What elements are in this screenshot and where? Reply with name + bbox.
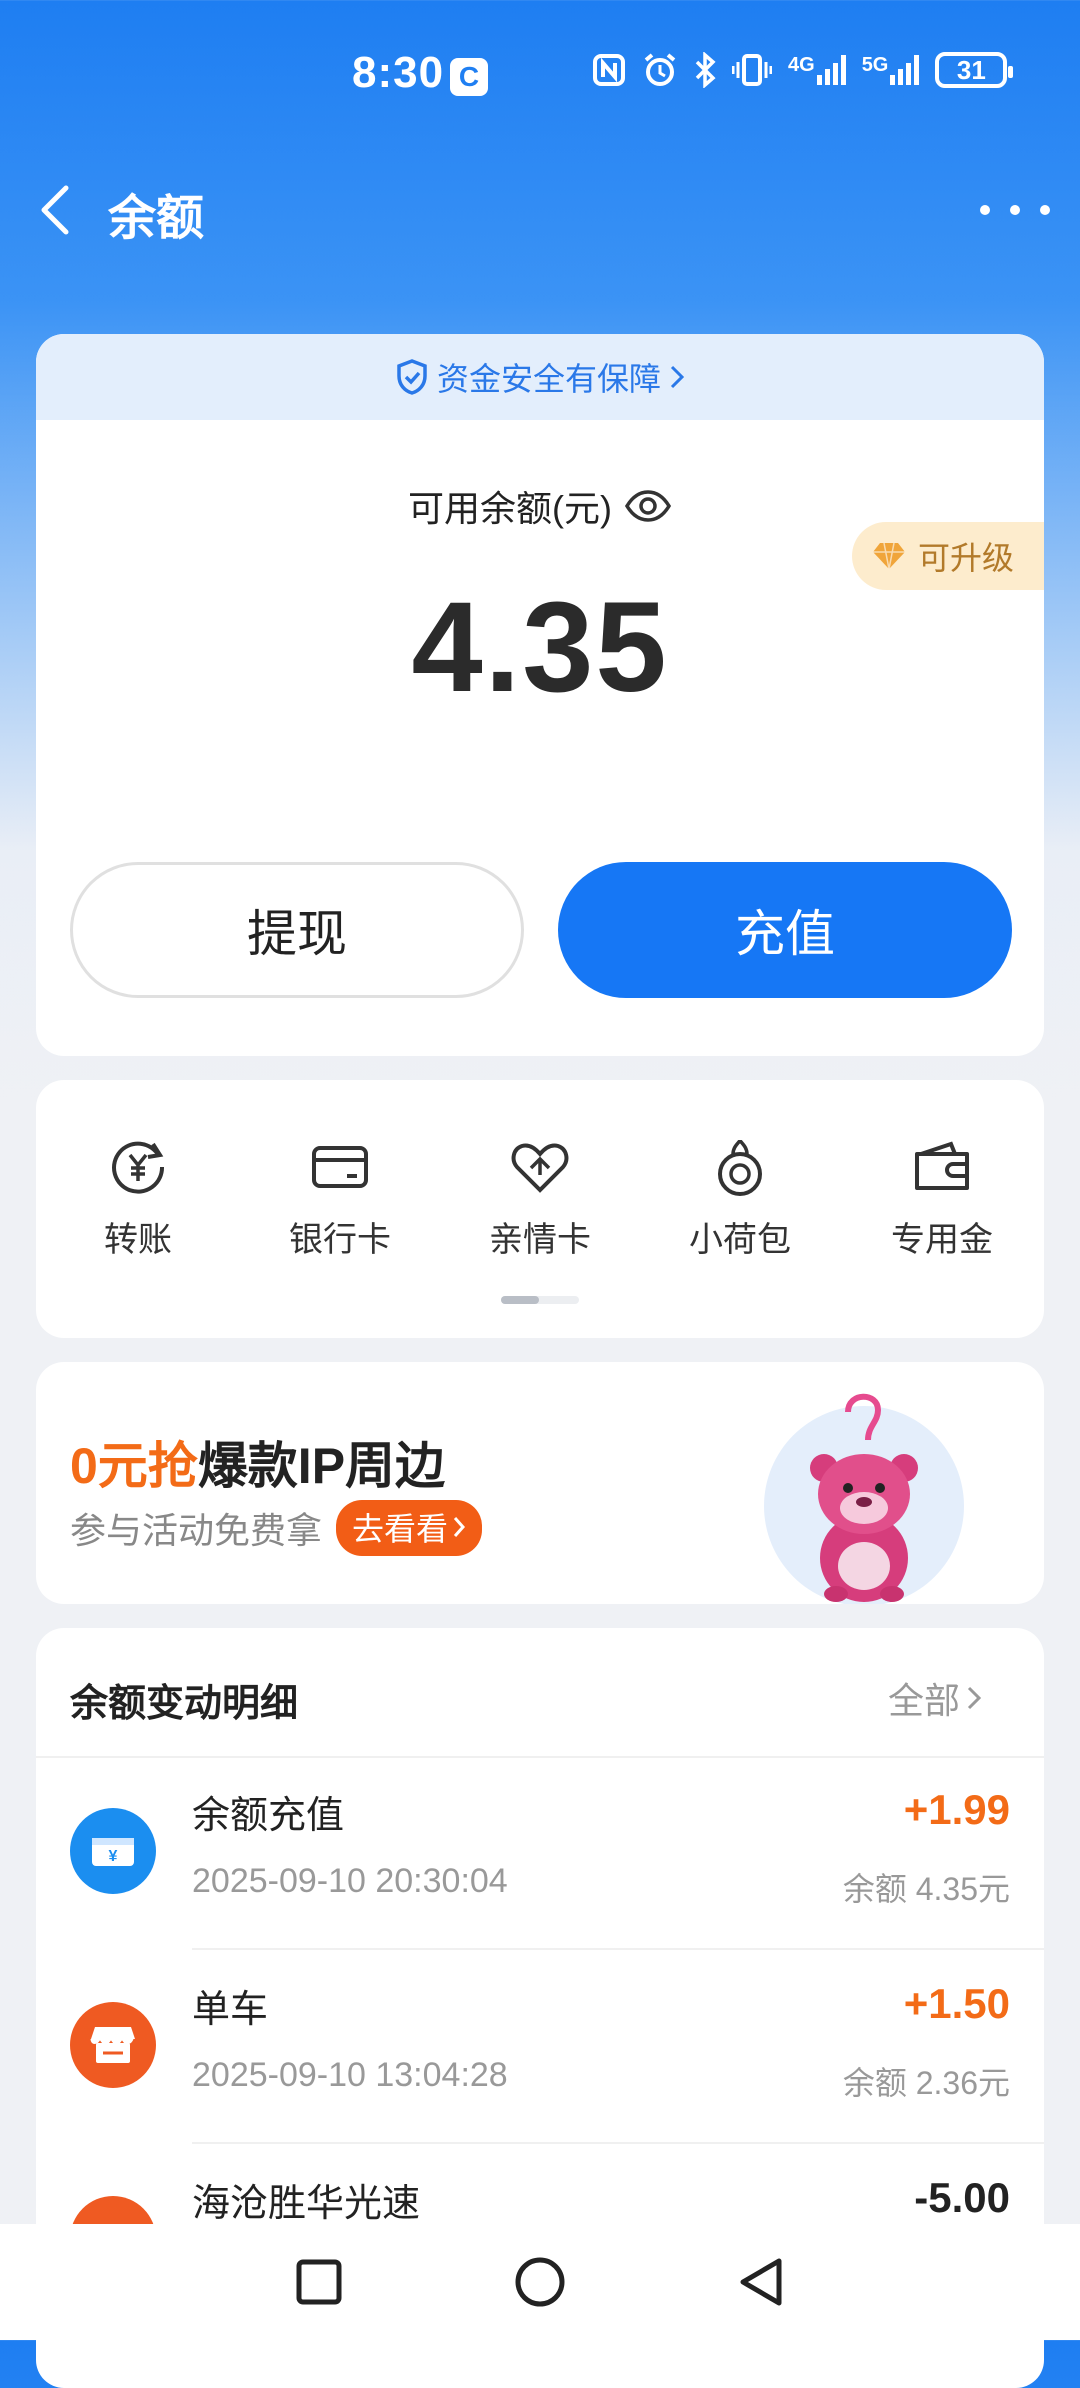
signal-icon xyxy=(816,55,846,85)
bank-card-icon xyxy=(312,1146,368,1188)
quick-actions-card: 转账 银行卡 亲情卡 小荷包 专用金 xyxy=(36,1080,1044,1338)
shop-icon xyxy=(70,2002,156,2088)
quick-action-label: 小荷包 xyxy=(689,1221,791,1259)
promo-go-button[interactable]: 去看看 xyxy=(336,1500,483,1556)
recents-button[interactable] xyxy=(295,2258,343,2306)
chevron-right-icon xyxy=(670,365,685,389)
alarm-icon xyxy=(644,53,676,86)
row-divider xyxy=(192,1948,1044,1950)
transaction-name: 余额充值 xyxy=(192,1795,345,1837)
quick-action-transfer[interactable]: 转账 xyxy=(58,1136,218,1261)
transaction-balance: 余额 4.35元 xyxy=(842,1871,1010,1907)
quick-action-small-purse[interactable]: 小荷包 xyxy=(660,1136,820,1261)
family-card-icon xyxy=(511,1143,569,1193)
promo-banner[interactable]: 0元抢爆款IP周边 参与活动免费拿 去看看 xyxy=(36,1362,1044,1604)
signal-icon-2 xyxy=(890,55,920,85)
withdraw-button[interactable]: 提现 xyxy=(70,862,524,998)
battery-level: 31 xyxy=(956,54,986,85)
transaction-name: 海沧胜华光速 xyxy=(192,2183,421,2225)
more-button[interactable] xyxy=(980,180,1050,240)
diamond-icon xyxy=(873,542,905,570)
safety-text: 资金安全有保障 xyxy=(436,361,661,397)
promo-title-rest: 爆款IP周边 xyxy=(197,1438,446,1494)
transaction-amount: -5.00 xyxy=(914,2174,1010,2221)
quick-action-label: 银行卡 xyxy=(289,1221,391,1259)
quick-action-special-fund[interactable]: 专用金 xyxy=(862,1136,1022,1261)
upgrade-label: 可升级 xyxy=(918,540,1015,576)
status-icons: 4G 5G 31 xyxy=(592,52,1014,88)
promo-subtitle: 参与活动免费拿 xyxy=(70,1510,323,1551)
available-label-text: 可用余额(元) xyxy=(408,488,612,529)
back-nav-button[interactable] xyxy=(737,2256,785,2308)
transaction-name: 单车 xyxy=(192,1989,269,2031)
shield-check-icon xyxy=(397,359,427,395)
view-all-link[interactable]: 全部 xyxy=(888,1672,982,1724)
app-status-icon: C xyxy=(450,58,488,96)
status-time: 8:30 xyxy=(352,48,445,97)
promo-subtitle-row: 参与活动免费拿 去看看 xyxy=(70,1500,483,1556)
promo-title-highlight: 0元抢 xyxy=(70,1438,198,1494)
status-bar: 8:30 C 4G 5G 31 xyxy=(0,0,1080,150)
quick-action-label: 亲情卡 xyxy=(489,1221,591,1259)
transaction-row[interactable]: ¥ 余额充值 2025-09-10 20:30:04 +1.99 余额 4.35… xyxy=(36,1758,1044,1950)
row-divider xyxy=(192,2142,1044,2144)
wallet-icon xyxy=(915,1141,969,1190)
bluetooth-icon xyxy=(695,52,716,88)
balance-amount: 4.35 xyxy=(411,576,669,719)
transaction-balance: 余额 2.36元 xyxy=(842,2065,1010,2101)
bear-keychain-image xyxy=(764,1393,964,1604)
scroll-indicator xyxy=(501,1296,579,1304)
chevron-right-icon xyxy=(967,1686,982,1710)
quick-action-label: 转账 xyxy=(104,1221,172,1259)
system-navigation-bar xyxy=(0,2224,1080,2340)
promo-title: 0元抢爆款IP周边 xyxy=(70,1426,445,1498)
network-type-1: 4G xyxy=(788,54,815,76)
nfc-icon xyxy=(593,54,625,86)
promo-go-label: 去看看 xyxy=(352,1511,449,1547)
vibrate-icon xyxy=(732,54,772,86)
balance-card: 资金安全有保障 可用余额(元) 可升级 4.35 提现 充值 xyxy=(36,334,1044,1056)
transaction-amount: +1.50 xyxy=(903,1980,1010,2027)
battery-icon: 31 xyxy=(935,52,1014,88)
chevron-right-icon xyxy=(453,1517,466,1537)
page-title: 余额 xyxy=(108,192,205,245)
transaction-time: 2025-09-10 13:04:28 xyxy=(192,2056,508,2094)
yuan-transfer-icon xyxy=(112,1141,165,1194)
transaction-row[interactable]: 单车 2025-09-10 13:04:28 +1.50 余额 2.36元 xyxy=(36,1952,1044,2144)
back-button[interactable] xyxy=(36,180,96,240)
small-purse-icon xyxy=(718,1139,762,1196)
home-button[interactable] xyxy=(514,2256,566,2308)
svg-text:¥: ¥ xyxy=(109,1848,118,1865)
recharge-button[interactable]: 充值 xyxy=(558,862,1012,998)
transaction-amount: +1.99 xyxy=(903,1786,1010,1833)
eye-icon[interactable] xyxy=(624,489,672,523)
quick-action-bank-card[interactable]: 银行卡 xyxy=(260,1136,420,1261)
transaction-time: 2025-09-10 20:30:04 xyxy=(192,1862,508,1900)
network-type-2: 5G xyxy=(861,54,889,76)
recharge-icon: ¥ xyxy=(70,1808,156,1894)
chevron-left-icon xyxy=(41,185,69,235)
quick-action-family-card[interactable]: 亲情卡 xyxy=(460,1136,620,1261)
view-all-label: 全部 xyxy=(888,1680,961,1721)
fund-safety-link[interactable]: 资金安全有保障 xyxy=(36,334,1044,420)
details-title: 余额变动明细 xyxy=(70,1683,299,1725)
quick-action-label: 专用金 xyxy=(891,1221,993,1259)
